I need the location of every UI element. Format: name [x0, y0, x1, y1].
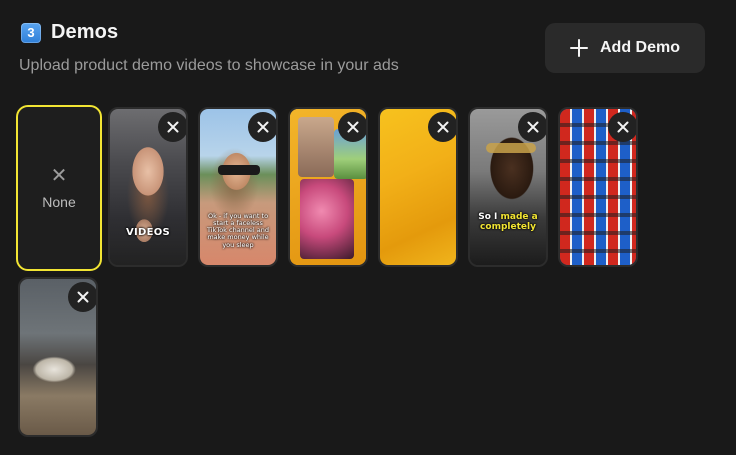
close-icon	[437, 121, 449, 133]
video-thumbnail-image	[300, 179, 354, 259]
close-icon	[77, 291, 89, 303]
demos-panel: 3 Demos Upload product demo videos to sh…	[0, 0, 736, 455]
video-caption: VIDEOS	[125, 227, 171, 238]
remove-video-button[interactable]	[248, 112, 276, 142]
plus-icon	[570, 39, 588, 57]
demo-video-thumbnail[interactable]	[288, 107, 368, 267]
sunglasses	[486, 143, 536, 153]
section-header: 3 Demos	[21, 21, 118, 44]
remove-video-button[interactable]	[428, 112, 456, 142]
demo-video-thumbnail[interactable]: VIDEOS	[108, 107, 188, 267]
demo-video-thumbnail[interactable]	[378, 107, 458, 267]
remove-video-button[interactable]	[518, 112, 546, 142]
close-icon	[527, 121, 539, 133]
video-caption: Ok - if you want to start a faceless Tik…	[206, 212, 270, 249]
step-number-badge: 3	[21, 22, 41, 43]
close-icon	[167, 121, 179, 133]
close-icon	[347, 121, 359, 133]
sunglasses	[218, 165, 260, 175]
section-title: Demos	[51, 21, 119, 43]
close-icon: ✕	[50, 165, 68, 187]
add-demo-label: Add Demo	[600, 39, 680, 56]
none-option-label: None	[42, 194, 76, 210]
remove-video-button[interactable]	[68, 282, 96, 312]
remove-video-button[interactable]	[338, 112, 366, 142]
section-subtitle: Upload product demo videos to showcase i…	[19, 57, 399, 74]
close-icon	[617, 121, 629, 133]
remove-video-button[interactable]	[158, 112, 186, 142]
demo-video-thumbnail[interactable]	[18, 277, 98, 437]
video-caption: So I made a completely	[478, 212, 538, 232]
demo-video-thumbnail[interactable]: Ok - if you want to start a faceless Tik…	[198, 107, 278, 267]
add-demo-button[interactable]: Add Demo	[545, 23, 705, 73]
remove-video-button[interactable]	[608, 112, 636, 142]
demo-video-thumbnail[interactable]	[558, 107, 638, 267]
demo-video-thumbnail[interactable]: So I made a completely	[468, 107, 548, 267]
video-thumbnail-image	[298, 117, 334, 177]
close-icon	[257, 121, 269, 133]
demo-option-none[interactable]: ✕ None	[16, 105, 102, 271]
